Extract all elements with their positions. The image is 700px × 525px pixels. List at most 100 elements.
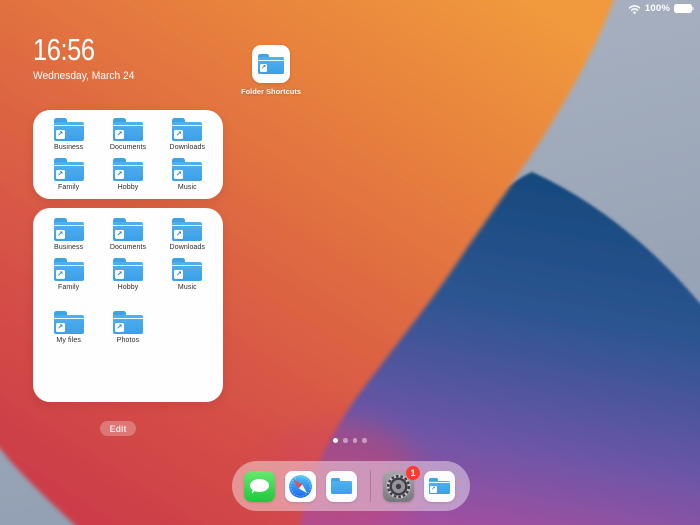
folder-label: Family — [58, 184, 80, 191]
folder-stripe — [112, 264, 143, 266]
folder-stripe — [112, 164, 143, 166]
folder-stripe — [172, 224, 203, 226]
status-bar: 100% — [628, 3, 694, 14]
wifi-icon — [628, 4, 641, 14]
folder-shortcut-music[interactable]: ↗ Music — [158, 258, 217, 291]
folder-icon: ↗ — [330, 477, 353, 495]
shortcut-arrow-badge: ↗ — [55, 170, 65, 179]
dock-messages-app[interactable] — [244, 470, 275, 502]
folder-label: Hobby — [117, 184, 139, 191]
folder-shortcut-icon: ↗ — [112, 218, 143, 241]
folder-label: Business — [54, 244, 84, 251]
folder-label: Family — [58, 284, 80, 291]
shortcut-arrow-badge: ↗ — [430, 486, 437, 493]
dock-files-app[interactable]: ↗ — [326, 470, 357, 502]
folder-shortcut-business[interactable]: ↗ Business — [39, 218, 98, 251]
shortcut-arrow-badge: ↗ — [55, 323, 65, 332]
folder-shortcut-icon: ↗ — [53, 158, 84, 181]
folder-shortcut-icon: ↗ — [257, 53, 285, 75]
shortcut-arrow-badge: ↗ — [55, 270, 65, 279]
folder-label: Photos — [116, 337, 140, 344]
dock-settings-app[interactable]: 1 — [383, 465, 420, 502]
folder-stripe — [53, 164, 84, 166]
folder-stripe — [257, 59, 285, 61]
ipad-home-screen: 100% 16:56 Wednesday, March 24 ↗ Folder … — [0, 0, 700, 525]
shortcut-arrow-badge: ↗ — [259, 64, 268, 73]
folder-label: Business — [54, 144, 84, 151]
folder-label: Documents — [109, 144, 147, 151]
folder-shortcut-icon: ↗ — [172, 158, 203, 181]
shortcut-arrow-badge: ↗ — [55, 130, 65, 139]
app-icon-folder-shortcuts[interactable]: ↗ — [252, 45, 290, 83]
page-indicator[interactable] — [0, 438, 700, 443]
folder-shortcut-icon: ↗ — [428, 477, 451, 495]
folder-stripe — [172, 264, 203, 266]
clock-date: Wednesday, March 24 — [33, 69, 135, 82]
folder-shortcut-icon: ↗ — [172, 218, 203, 241]
app-label-folder-shortcuts: Folder Shortcuts — [240, 87, 301, 96]
folder-stripe — [428, 482, 451, 484]
folder-shortcut-family[interactable]: ↗ Family — [39, 258, 98, 291]
battery-icon — [674, 4, 694, 13]
battery-level-fill — [674, 4, 692, 13]
page-dot-3[interactable] — [352, 438, 358, 443]
edit-home-screen-button[interactable]: Edit — [100, 421, 136, 436]
folder-label: Downloads — [169, 244, 206, 251]
folder-shortcut-my-files[interactable]: ↗ My files — [39, 311, 98, 344]
folder-shortcut-documents[interactable]: ↗ Documents — [98, 218, 157, 251]
folder-stripe — [112, 224, 143, 226]
compass-icon — [289, 474, 312, 498]
folder-shortcut-icon: ↗ — [53, 258, 84, 281]
folder-shortcut-family[interactable]: ↗ Family — [39, 158, 98, 191]
folder-shortcut-downloads[interactable]: ↗ Downloads — [158, 118, 217, 151]
widget-folder-shortcuts-small[interactable]: ↗ Business ↗ Documents ↗ Downloads ↗ Family ↗ Hob… — [33, 110, 223, 199]
dock-safari-app[interactable] — [285, 470, 316, 502]
folder-shortcut-downloads[interactable]: ↗ Downloads — [158, 218, 217, 251]
battery-percent: 100% — [644, 3, 670, 14]
folder-label: Downloads — [169, 144, 206, 151]
folder-shortcut-documents[interactable]: ↗ Documents — [98, 118, 157, 151]
dock: ↗ 1 ↗ — [232, 461, 470, 511]
clock-time: 16:56 — [33, 32, 95, 67]
shortcut-arrow-badge: ↗ — [114, 170, 124, 179]
folder-label: My files — [56, 337, 81, 344]
shortcut-arrow-badge: ↗ — [174, 230, 184, 239]
folder-shortcut-icon: ↗ — [53, 218, 84, 241]
folder-shortcut-hobby[interactable]: ↗ Hobby — [98, 258, 157, 291]
dock-divider — [370, 470, 371, 502]
folder-shortcut-hobby[interactable]: ↗ Hobby — [98, 158, 157, 191]
folder-stripe — [53, 264, 84, 266]
shortcut-arrow-badge: ↗ — [114, 270, 124, 279]
folder-stripe — [112, 317, 143, 319]
shortcut-arrow-badge: ↗ — [174, 270, 184, 279]
folder-label: Documents — [109, 244, 147, 251]
shortcut-arrow-badge: ↗ — [114, 323, 124, 332]
folder-shortcut-music[interactable]: ↗ Music — [158, 158, 217, 191]
folder-shortcut-icon: ↗ — [172, 258, 203, 281]
shortcut-arrow-badge: ↗ — [55, 230, 65, 239]
shortcut-arrow-badge: ↗ — [174, 170, 184, 179]
folder-body — [330, 480, 353, 495]
folder-label: Music — [177, 284, 197, 291]
notification-badge: 1 — [406, 465, 420, 480]
folder-stripe — [172, 164, 203, 166]
folder-shortcut-icon: ↗ — [172, 118, 203, 141]
folder-stripe — [53, 224, 84, 226]
folder-shortcut-icon: ↗ — [112, 258, 143, 281]
folder-shortcut-photos[interactable]: ↗ Photos — [98, 311, 157, 344]
battery-nub — [692, 6, 694, 11]
folder-shortcut-icon: ↗ — [112, 158, 143, 181]
clock-widget[interactable]: 16:56 Wednesday, March 24 — [33, 32, 142, 82]
page-dot-4[interactable] — [362, 438, 367, 443]
folder-shortcut-icon: ↗ — [53, 311, 84, 334]
folder-stripe — [53, 317, 84, 319]
dock-folder-shortcuts-app[interactable]: ↗ — [424, 470, 455, 502]
folder-grid-large: ↗ Business ↗ Documents ↗ Downloads ↗ Family ↗ Hob… — [39, 218, 217, 344]
page-dot-1[interactable] — [333, 438, 339, 443]
shortcut-arrow-badge: ↗ — [114, 130, 124, 139]
folder-stripe — [112, 124, 143, 126]
folder-shortcut-icon: ↗ — [112, 118, 143, 141]
page-dot-2[interactable] — [343, 438, 348, 443]
widget-folder-shortcuts-large[interactable]: ↗ Business ↗ Documents ↗ Downloads ↗ Family ↗ Hob… — [33, 208, 223, 402]
folder-shortcut-business[interactable]: ↗ Business — [39, 118, 98, 151]
